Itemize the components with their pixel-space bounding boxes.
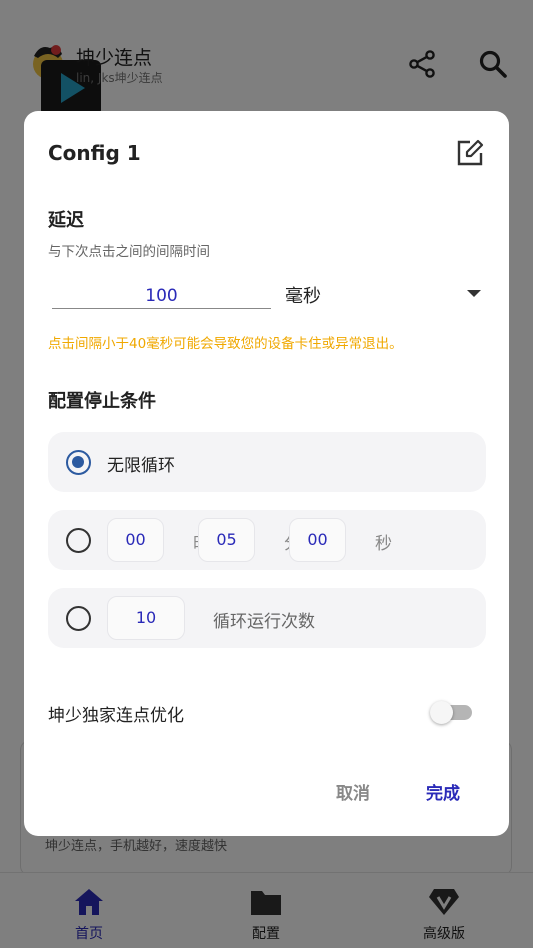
radio-infinite-loop[interactable]	[66, 450, 91, 475]
delay-input[interactable]	[52, 283, 271, 309]
toggle-thumb	[430, 701, 453, 724]
config-dialog: Config 1 延迟 与下次点击之间的间隔时间 毫秒 点击间隔小于40毫秒可能…	[24, 111, 509, 836]
seconds-unit-label: 秒	[375, 534, 392, 554]
dialog-title: Config 1	[48, 141, 141, 165]
option-infinite-loop[interactable]: 无限循环	[48, 432, 486, 492]
optimize-label: 坤少独家连点优化	[48, 706, 184, 726]
option-loop-count[interactable]: 10 循环运行次数	[48, 588, 486, 648]
radio-timer[interactable]	[66, 528, 91, 553]
delay-subtitle: 与下次点击之间的间隔时间	[48, 244, 210, 260]
loop-count-label: 循环运行次数	[213, 612, 315, 632]
dropdown-arrow-icon	[467, 290, 481, 297]
loop-count-input[interactable]: 10	[107, 596, 185, 640]
radio-loop-count[interactable]	[66, 606, 91, 631]
infinite-loop-label: 无限循环	[107, 456, 175, 476]
delay-warning: 点击间隔小于40毫秒可能会导致您的设备卡住或异常退出。	[48, 336, 403, 352]
optimize-toggle[interactable]	[430, 701, 474, 725]
cancel-button[interactable]: 取消	[336, 779, 370, 804]
delay-unit-value: 毫秒	[285, 286, 321, 307]
done-button[interactable]: 完成	[426, 779, 460, 804]
hours-input[interactable]: 00	[107, 518, 164, 562]
option-timer[interactable]: 00 时 05 分 00 秒	[48, 510, 486, 570]
seconds-input[interactable]: 00	[289, 518, 346, 562]
edit-icon[interactable]	[456, 139, 484, 167]
stop-condition-title: 配置停止条件	[48, 391, 156, 412]
minutes-input[interactable]: 05	[198, 518, 255, 562]
delay-title: 延迟	[48, 210, 84, 231]
delay-unit-select[interactable]: 毫秒	[285, 279, 485, 309]
